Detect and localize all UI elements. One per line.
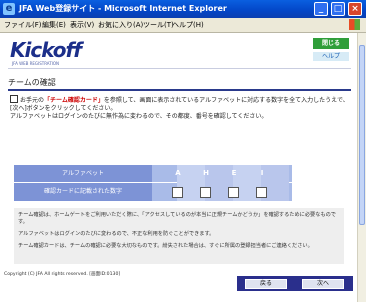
letter-h: H [203,169,209,177]
input-e[interactable] [228,187,239,198]
internet-explorer-icon: e [3,3,15,15]
vertical-scrollbar[interactable] [357,33,366,302]
card-number-label: 確認カードに記載された数字 [14,183,152,201]
menu-tools[interactable]: ツール(T) [143,20,174,30]
note-2: アルファベットはログインのたびに変わるので、不正な利用を防ぐことができます。 [18,231,215,237]
header-divider [8,68,351,69]
note-1: チーム確認は、ホームゲートをご利用いただく際に、「アクセスしているのが本当に正規… [18,212,336,225]
close-window-button[interactable]: × [348,2,362,16]
menu-favorites[interactable]: お気に入り(A) [98,20,143,30]
letter-e: E [231,169,237,177]
alphabet-label: アルファベット [14,165,152,182]
logo-subtitle: JFA WEB REGISTRATION [12,61,59,66]
letter-i: I [260,169,264,177]
letter-a: A [175,169,181,177]
window-titlebar: e JFA Web登録サイト - Microsoft Internet Expl… [0,0,366,18]
kickoff-logo: Kickoff [10,38,82,62]
copyright: Copyright (C) JFA All rights reserved. [… [4,271,120,277]
copyright-text: Copyright (C) JFA All rights reserved. [4,272,88,277]
windows-logo-icon [349,19,360,30]
button-bar: 戻る 次へ [237,276,353,291]
screen-id: [画面ID:0130] [89,272,121,277]
next-button[interactable]: 次へ [302,279,344,289]
help-link[interactable]: ヘルプ [313,52,349,61]
instruction-highlight: 「チーム確認カード」 [44,97,104,104]
input-i[interactable] [256,187,267,198]
page-content: Kickoff JFA WEB REGISTRATION 閉じる ヘルプ チーム… [0,33,357,302]
minimize-button[interactable]: _ [314,2,328,16]
explanation-box: チーム確認は、ホームゲートをご利用いただく際に、「アクセスしているのが本当に正規… [14,208,344,264]
menu-help[interactable]: ヘルプ(H) [172,20,204,30]
instruction-line2: アルファベットはログインのたびに無作為に変わるので、その都度、番号を確認してくだ… [10,113,268,120]
window-title: JFA Web登録サイト - Microsoft Internet Explor… [19,4,227,13]
section-title: チームの確認 [8,77,351,91]
close-button[interactable]: 閉じる [313,38,349,49]
menu-file[interactable]: ファイル(F) [4,20,42,30]
menu-bar: ファイル(F) 編集(E) 表示(V) お気に入り(A) ツール(T) ヘルプ(… [0,18,366,33]
scrollbar-thumb[interactable] [359,45,365,225]
menu-edit[interactable]: 編集(E) [42,20,66,30]
pin-table: アルファベット 確認カードに記載された数字 A H E I [14,165,292,201]
maximize-button[interactable]: □ [331,2,345,16]
menu-view[interactable]: 表示(V) [70,20,94,30]
back-button[interactable]: 戻る [245,279,287,289]
note-3: チーム確認カードは、チームの確認に必要な大切なものです。紛失された場合は、すぐに… [18,243,313,249]
instruction-prefix: お手元の [20,97,45,104]
instruction-text: お手元の「チーム確認カード」を参照して、画面に表示されているアルファベットに対応… [10,95,350,121]
input-a[interactable] [172,187,183,198]
checkbox-hint-icon [10,95,18,103]
input-h[interactable] [200,187,211,198]
